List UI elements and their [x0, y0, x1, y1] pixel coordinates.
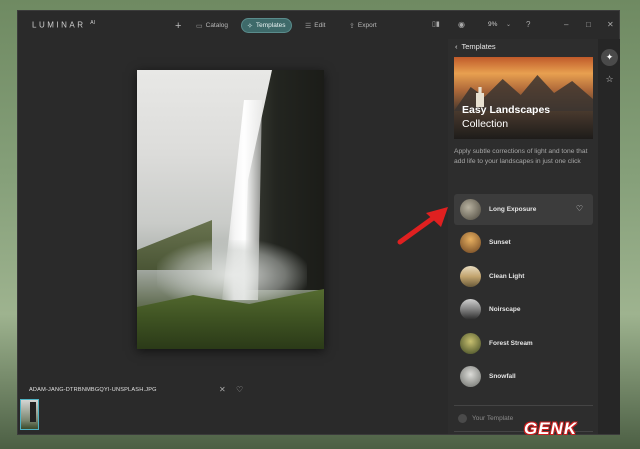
export-button[interactable]: ⇪ Export: [344, 18, 382, 33]
template-label: Sunset: [489, 239, 511, 246]
collection-subtitle: Collection: [462, 118, 509, 130]
template-label: Noirscape: [489, 306, 521, 313]
template-item-sunset[interactable]: Sunset: [454, 227, 593, 258]
template-label: Forest Stream: [489, 340, 533, 347]
chevron-down-icon[interactable]: ⌄: [506, 21, 511, 28]
annotation-arrow: [397, 207, 448, 245]
your-template-item[interactable]: Your Template: [458, 414, 513, 423]
maximize-icon[interactable]: □: [586, 20, 591, 29]
add-button[interactable]: +: [170, 18, 186, 33]
template-thumb: [460, 333, 481, 354]
edit-tab[interactable]: ☰ Edit: [300, 18, 330, 33]
template-thumb: [460, 199, 481, 220]
divider: [454, 405, 593, 406]
app-logo: LUMINAR AI: [32, 20, 95, 30]
star-icon[interactable]: ☆: [601, 71, 618, 88]
chevron-left-icon: ‹: [455, 42, 458, 51]
zoom-level[interactable]: 9%: [488, 21, 497, 28]
edit-label: Edit: [314, 22, 326, 29]
image-filename: ADAM-JANG-DTRBNMBGQYI-UNSPLASH.JPG: [29, 387, 157, 393]
share-icon: ⇪: [349, 22, 355, 30]
collection-title: Easy Landscapes: [462, 104, 551, 116]
template-label: Clean Light: [489, 273, 525, 280]
logo-text: LUMINAR: [32, 20, 86, 30]
template-item-clean-light[interactable]: Clean Light: [454, 261, 593, 292]
collection-description: Apply subtle corrections of light and to…: [454, 148, 588, 165]
minimize-icon[interactable]: –: [564, 20, 568, 29]
magic-wand-icon[interactable]: ✦: [601, 49, 618, 66]
image-canvas[interactable]: [18, 39, 448, 384]
plus-icon: +: [175, 19, 182, 32]
export-label: Export: [357, 22, 377, 29]
watermark-logo: GENK: [524, 419, 578, 438]
your-template-label: Your Template: [472, 415, 514, 422]
waterfall-photo: [137, 70, 324, 349]
eye-icon[interactable]: ◉: [458, 20, 465, 29]
template-item-noirscape[interactable]: Noirscape: [454, 294, 593, 325]
template-item-forest-stream[interactable]: Forest Stream: [454, 328, 593, 359]
filmstrip-thumbnail[interactable]: [20, 399, 39, 430]
template-thumb-placeholder: [458, 414, 467, 423]
template-thumb: [460, 366, 481, 387]
template-label: Snowfall: [489, 373, 516, 380]
arrow-head: [426, 207, 448, 227]
logo-sup: AI: [90, 20, 95, 26]
template-thumb: [460, 299, 481, 320]
help-icon[interactable]: ?: [526, 20, 530, 29]
right-icon-strip: ✦ ☆: [598, 39, 620, 434]
catalog-label: Catalog: [205, 22, 229, 29]
compare-icon[interactable]: ▯▮: [432, 20, 440, 28]
title-bar: LUMINAR AI + ▭ Catalog ✧ Templates ☰ Edi…: [18, 11, 619, 39]
template-item-snowfall[interactable]: Snowfall: [454, 361, 593, 392]
back-button[interactable]: ‹ Templates: [455, 42, 496, 51]
close-icon[interactable]: ✕: [219, 385, 226, 394]
app-window: LUMINAR AI + ▭ Catalog ✧ Templates ☰ Edi…: [17, 10, 620, 435]
heart-icon[interactable]: ♡: [236, 385, 243, 394]
arrow-shaft: [397, 213, 439, 245]
template-label: Long Exposure: [489, 206, 537, 213]
collection-hero: Easy Landscapes Collection: [454, 57, 593, 139]
heart-icon[interactable]: ♡: [576, 204, 583, 213]
template-thumb: [460, 232, 481, 253]
catalog-tab[interactable]: ▭ Catalog: [191, 18, 233, 33]
sliders-icon: ☰: [305, 22, 312, 30]
folder-icon: ▭: [196, 22, 203, 30]
template-item-long-exposure[interactable]: Long Exposure ♡: [454, 194, 593, 225]
templates-label: Templates: [255, 22, 286, 29]
panel-title: Templates: [461, 42, 496, 51]
magic-wand-icon: ✧: [247, 22, 253, 30]
close-window-icon[interactable]: ✕: [607, 20, 614, 29]
template-thumb: [460, 266, 481, 287]
templates-panel: ‹ Templates Easy Landscapes Collection A…: [448, 39, 598, 434]
templates-tab[interactable]: ✧ Templates: [241, 18, 292, 33]
